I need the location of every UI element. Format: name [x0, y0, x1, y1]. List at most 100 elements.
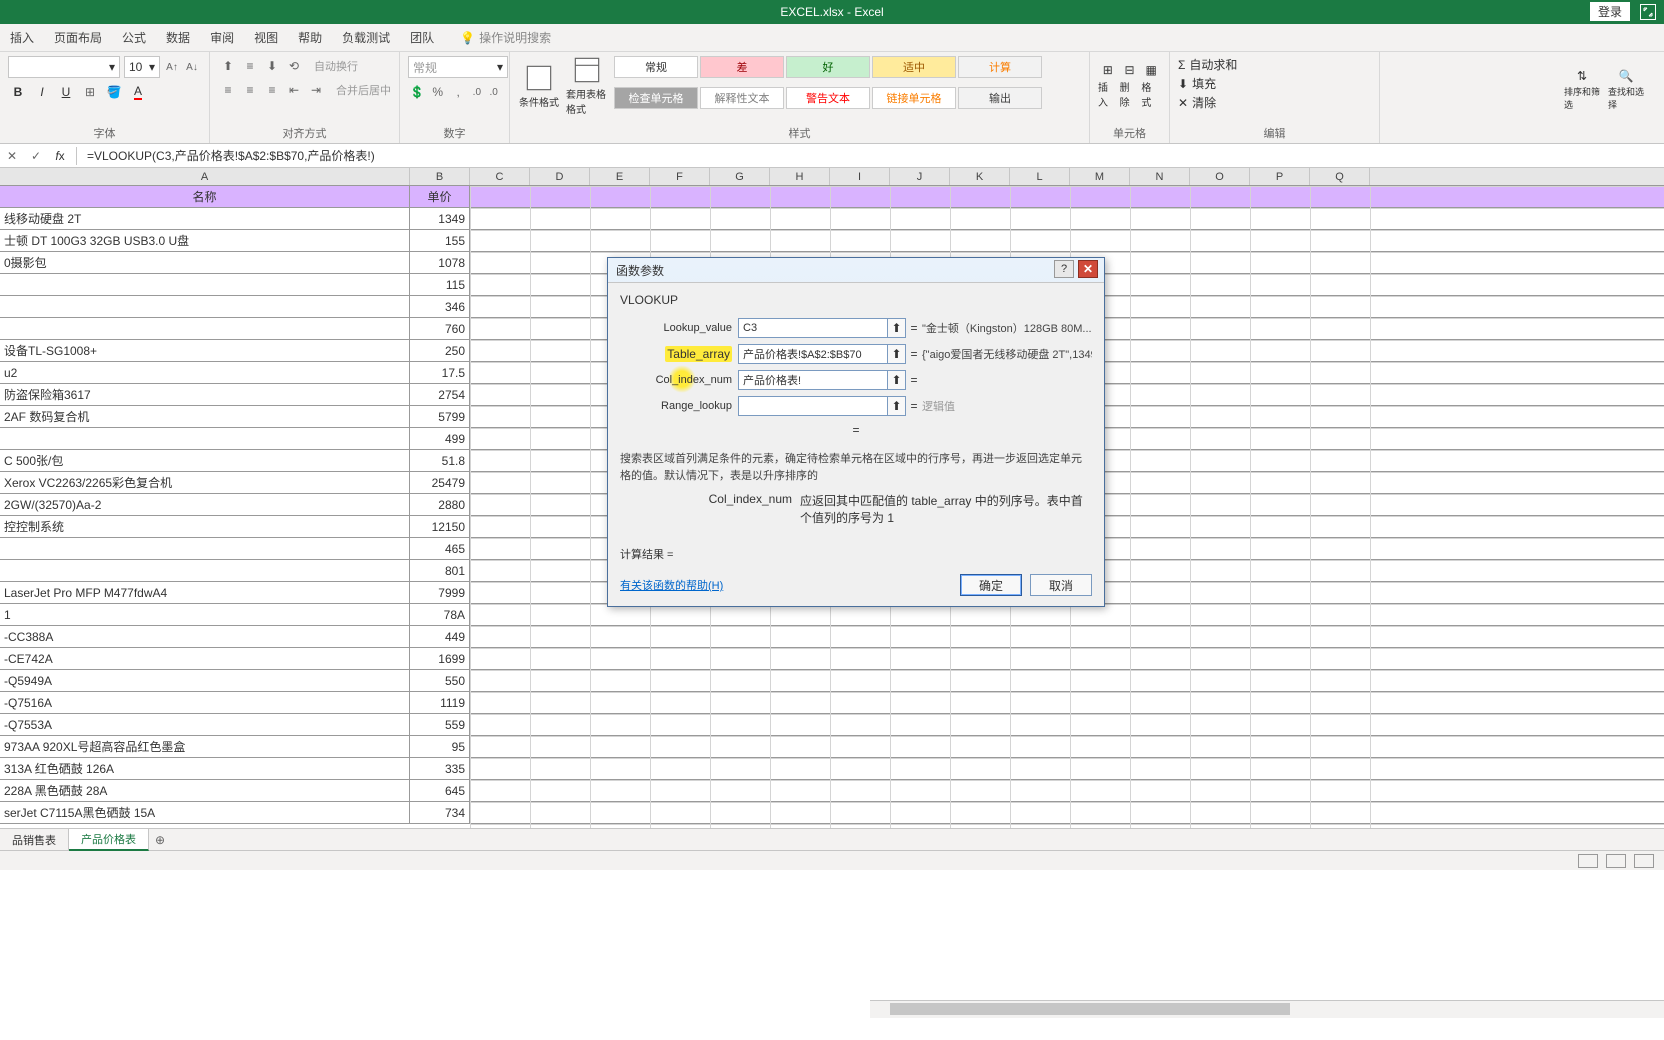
- cell-price[interactable]: 734: [410, 802, 470, 823]
- cell-price[interactable]: 346: [410, 296, 470, 317]
- align-bottom-icon[interactable]: ⬇: [262, 56, 282, 76]
- cell-price[interactable]: 1699: [410, 648, 470, 669]
- dialog-close-icon[interactable]: ✕: [1078, 260, 1098, 278]
- col-header-G[interactable]: G: [710, 168, 770, 185]
- cell-price[interactable]: 95: [410, 736, 470, 757]
- function-help-link[interactable]: 有关该函数的帮助(H): [620, 577, 723, 593]
- cell-name[interactable]: [0, 274, 410, 295]
- bold-icon[interactable]: B: [8, 82, 28, 102]
- param4-collapse-icon[interactable]: ⬆: [888, 396, 906, 416]
- cell-name[interactable]: [0, 428, 410, 449]
- fill-color-icon[interactable]: 🪣: [104, 82, 124, 102]
- col-header-C[interactable]: C: [470, 168, 530, 185]
- formula-input[interactable]: =VLOOKUP(C3,产品价格表!$A$2:$B$70,产品价格表!): [81, 147, 375, 164]
- fill-icon[interactable]: ⬇: [1178, 77, 1188, 91]
- col-header-P[interactable]: P: [1250, 168, 1310, 185]
- number-format-select[interactable]: 常规▾: [408, 56, 508, 78]
- col-header-J[interactable]: J: [890, 168, 950, 185]
- cell-name[interactable]: 228A 黑色硒鼓 28A: [0, 780, 410, 801]
- align-right-icon[interactable]: ≡: [262, 80, 282, 100]
- table-format-button[interactable]: 套用表格格式: [566, 56, 608, 116]
- cell-price[interactable]: 801: [410, 560, 470, 581]
- col-header-O[interactable]: O: [1190, 168, 1250, 185]
- conditional-format-button[interactable]: 条件格式: [518, 56, 560, 116]
- cell-name[interactable]: [0, 538, 410, 559]
- style-item[interactable]: 适中: [872, 56, 956, 78]
- col-header-Q[interactable]: Q: [1310, 168, 1370, 185]
- fx-icon[interactable]: fx: [52, 146, 68, 166]
- cell-name[interactable]: serJet C7115A黑色硒鼓 15A: [0, 802, 410, 823]
- style-item[interactable]: 差: [700, 56, 784, 78]
- cell-name[interactable]: Xerox VC2263/2265彩色复合机: [0, 472, 410, 493]
- cell-price[interactable]: 155: [410, 230, 470, 251]
- align-center-icon[interactable]: ≡: [240, 80, 260, 100]
- cell-name[interactable]: 0摄影包: [0, 252, 410, 273]
- cell-name[interactable]: u2: [0, 362, 410, 383]
- cell-name[interactable]: 313A 红色硒鼓 126A: [0, 758, 410, 779]
- col-header-F[interactable]: F: [650, 168, 710, 185]
- tab-insert[interactable]: 插入: [0, 24, 44, 52]
- cancel-formula-icon[interactable]: ✕: [4, 146, 20, 166]
- cell-styles-gallery[interactable]: 常规差好适中计算检查单元格解释性文本警告文本链接单元格输出: [614, 56, 1064, 116]
- col-header-L[interactable]: L: [1010, 168, 1070, 185]
- style-item[interactable]: 解释性文本: [700, 87, 784, 109]
- style-item[interactable]: 链接单元格: [872, 87, 956, 109]
- col-header-E[interactable]: E: [590, 168, 650, 185]
- cell-price[interactable]: 7999: [410, 582, 470, 603]
- tab-view[interactable]: 视图: [244, 24, 288, 52]
- param3-collapse-icon[interactable]: ⬆: [888, 370, 906, 390]
- param3-input[interactable]: 产品价格表!: [738, 370, 888, 390]
- cell-price[interactable]: 51.8: [410, 450, 470, 471]
- cell-name[interactable]: 2AF 数码复合机: [0, 406, 410, 427]
- cell-name[interactable]: -Q7516A: [0, 692, 410, 713]
- view-pagelayout-icon[interactable]: [1606, 854, 1626, 868]
- cell-price[interactable]: 1349: [410, 208, 470, 229]
- tellme-search[interactable]: 操作说明搜索: [479, 29, 551, 46]
- increase-font-icon[interactable]: A↑: [164, 59, 180, 75]
- cell-price[interactable]: 2754: [410, 384, 470, 405]
- cell-name[interactable]: -Q5949A: [0, 670, 410, 691]
- cell-name[interactable]: [0, 296, 410, 317]
- cell-price[interactable]: 465: [410, 538, 470, 559]
- param1-input[interactable]: C3: [738, 318, 888, 338]
- style-item[interactable]: 计算: [958, 56, 1042, 78]
- cell-price[interactable]: 78A: [410, 604, 470, 625]
- comma-icon[interactable]: ,: [449, 82, 467, 102]
- style-item[interactable]: 输出: [958, 87, 1042, 109]
- window-expand-icon[interactable]: [1640, 4, 1656, 20]
- cell-price[interactable]: 25479: [410, 472, 470, 493]
- currency-icon[interactable]: 💲: [408, 82, 426, 102]
- cell-price[interactable]: 1078: [410, 252, 470, 273]
- decrease-font-icon[interactable]: A↓: [184, 59, 200, 75]
- cell-price[interactable]: 2880: [410, 494, 470, 515]
- col-header-N[interactable]: N: [1130, 168, 1190, 185]
- col-header-I[interactable]: I: [830, 168, 890, 185]
- align-middle-icon[interactable]: ≡: [240, 56, 260, 76]
- cell-name[interactable]: C 500张/包: [0, 450, 410, 471]
- indent-dec-icon[interactable]: ⇤: [284, 80, 304, 100]
- tab-help[interactable]: 帮助: [288, 24, 332, 52]
- cell-name[interactable]: [0, 318, 410, 339]
- font-color-icon[interactable]: A: [128, 82, 148, 102]
- autosum-icon[interactable]: Σ: [1178, 58, 1185, 72]
- view-pagebreak-icon[interactable]: [1634, 854, 1654, 868]
- ok-button[interactable]: 确定: [960, 574, 1022, 596]
- cell-price[interactable]: 335: [410, 758, 470, 779]
- border-icon[interactable]: ⊞: [80, 82, 100, 102]
- cell-name[interactable]: 设备TL-SG1008+: [0, 340, 410, 361]
- merge-button[interactable]: 合并后居中: [336, 82, 391, 98]
- insert-cells-button[interactable]: ⊞插入: [1098, 56, 1118, 116]
- horizontal-scrollbar[interactable]: [870, 1000, 1664, 1018]
- col-header-B[interactable]: B: [410, 168, 470, 185]
- cell-name[interactable]: 线移动硬盘 2T: [0, 208, 410, 229]
- cell-price[interactable]: 559: [410, 714, 470, 735]
- tab-loadtest[interactable]: 负载测试: [332, 24, 400, 52]
- col-header-D[interactable]: D: [530, 168, 590, 185]
- tab-review[interactable]: 审阅: [200, 24, 244, 52]
- style-item[interactable]: 警告文本: [786, 87, 870, 109]
- cell-price[interactable]: 1119: [410, 692, 470, 713]
- font-size-select[interactable]: 10▾: [124, 56, 160, 78]
- cell-price[interactable]: 5799: [410, 406, 470, 427]
- param2-collapse-icon[interactable]: ⬆: [888, 344, 906, 364]
- login-button[interactable]: 登录: [1590, 2, 1630, 21]
